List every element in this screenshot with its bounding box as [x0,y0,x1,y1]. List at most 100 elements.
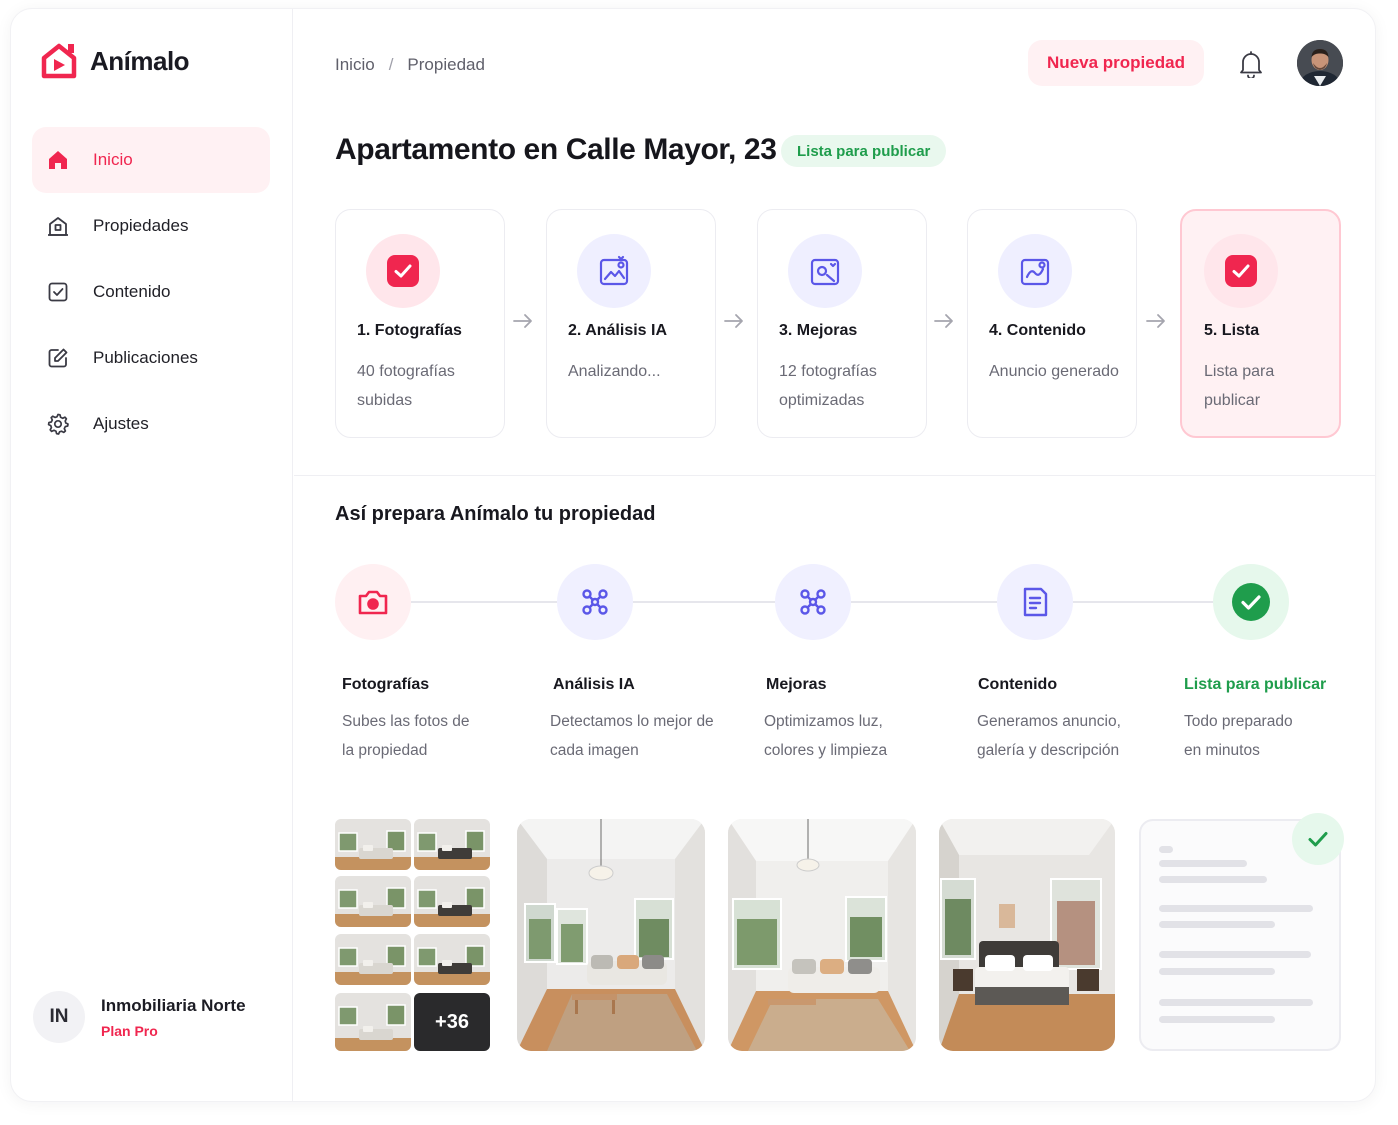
user-avatar[interactable] [1297,40,1343,86]
sidebar-item-label: Inicio [93,150,133,169]
avatar: IN [33,991,85,1043]
photo-thumbnail[interactable] [414,934,490,985]
check-square-icon [387,255,419,287]
ai-network-icon [800,589,826,615]
page-title: Apartamento en Calle Mayor, 23 [335,133,777,166]
room-thumbnail-photo [414,819,490,870]
flow-description: Optimizamos luz, colores y limpieza [764,713,888,759]
step-icon-container [1204,234,1278,308]
sidebar-item-contenido[interactable]: Contenido [32,259,270,325]
image-content-icon [1020,258,1050,286]
sidebar-item-ajustes[interactable]: Ajustes [32,391,270,457]
sidebar-item-inicio[interactable]: Inicio [32,127,270,193]
step-description: Lista para publicar [1204,363,1275,409]
logo[interactable]: Anímalo [39,41,190,81]
logo-icon [41,43,77,79]
step-title: 4. Contenido [989,322,1086,339]
step-description: 40 fotografías subidas [357,363,455,409]
breadcrumb-separator: / [388,55,394,74]
step-title: 2. Análisis IA [568,322,667,339]
listing-line [1159,999,1313,1006]
listing-line [1159,968,1275,975]
sidebar-item-label: Contenido [93,282,171,301]
flow-description: Subes las fotos de la propiedad [342,713,470,759]
bell-icon[interactable] [1238,50,1264,78]
flow-title: Lista para publicar [1184,676,1327,693]
breadcrumb-home[interactable]: Inicio [335,55,375,75]
step-card-contenido[interactable]: 4. Contenido Anuncio generado [967,209,1137,438]
new-property-button[interactable]: Nueva propiedad [1028,40,1204,86]
flow-connector [851,601,997,603]
sidebar-item-label: Propiedades [93,216,189,235]
user-portrait-icon [1297,40,1343,86]
listing-line [1159,860,1247,867]
arrow-right-icon [1146,314,1165,328]
room-thumbnail-photo [335,819,411,870]
account-name: Inmobiliaria Norte [101,995,246,1015]
status-badge: Lista para publicar [781,135,947,167]
account-plan: Plan Pro [101,1022,158,1039]
building-icon [48,217,68,236]
account-info: Inmobiliaria Norte Plan Pro [101,996,246,1039]
room-thumbnail-photo [335,934,411,985]
document-icon [1023,587,1048,617]
flow-description: Todo preparado en minutos [1184,713,1293,759]
breadcrumb: Inicio / Propiedad [335,55,485,75]
living-room-photo [517,819,705,1051]
section-divider [294,475,1375,476]
flow-title: Fotografías [342,676,430,693]
step-title: 1. Fotografías [357,322,462,339]
room-thumbnail-photo [335,876,411,927]
arrow-right-icon [513,314,532,328]
sidebar-item-propiedades[interactable]: Propiedades [32,193,270,259]
sidebar-item-publicaciones[interactable]: Publicaciones [32,325,270,391]
step-icon-container [788,234,862,308]
breadcrumb-current: Propiedad [407,55,485,74]
bedroom-photo [939,819,1115,1051]
photo-thumbnail[interactable] [414,876,490,927]
step-icon-container [998,234,1072,308]
step-card-fotografias[interactable]: 1. Fotografías 40 fotografías subidas [335,209,505,438]
process-flow: Fotografías Subes las fotos de la propie… [335,564,1335,764]
flow-title: Análisis IA [553,676,635,693]
flow-node-fotografias [335,564,411,640]
step-card-mejoras[interactable]: 3. Mejoras 12 fotografías optimizadas [757,209,927,438]
check-circle-icon [1232,583,1270,621]
listing-line [1159,921,1275,928]
step-card-lista[interactable]: 5. Lista Lista para publicar [1180,209,1341,438]
camera-icon [358,590,388,615]
edit-icon [48,348,68,368]
photo-thumbnail[interactable] [335,876,411,927]
photo-thumbnail[interactable] [335,934,411,985]
step-card-analisis-ia[interactable]: 2. Análisis IA Analizando... [546,209,716,438]
room-thumbnail-photo [414,876,490,927]
brand-name: Anímalo [90,45,190,76]
gallery-photo-living-room[interactable] [517,819,705,1051]
flow-connector [1073,601,1213,603]
account-switcher[interactable]: IN Inmobiliaria Norte Plan Pro [33,991,246,1043]
gallery-photo-bedroom[interactable] [939,819,1115,1051]
checkbox-icon [48,282,68,302]
flow-node-lista [1213,564,1289,640]
image-enhance-icon [810,258,840,286]
listing-line [1159,951,1311,958]
flow-node-contenido [997,564,1073,640]
gear-icon [47,413,69,435]
sidebar-nav: Inicio Propiedades Contenido Publicacion… [32,127,270,457]
photo-thumbnail[interactable] [414,819,490,870]
more-photos-button[interactable]: +36 [414,993,490,1051]
flow-connector [633,601,775,603]
listing-line [1159,846,1173,853]
flow-description: Detectamos lo mejor de cada imagen [550,713,714,759]
flow-description: Generamos anuncio, galería y descripción [977,713,1121,759]
gallery-photo-living-room-enhanced[interactable] [728,819,916,1051]
check-square-icon [1225,255,1257,287]
check-icon [1308,832,1328,847]
photo-thumbnail[interactable] [335,819,411,870]
flow-connector [411,601,557,603]
photo-thumbnail[interactable] [335,993,411,1051]
sidebar: Anímalo Inicio Propiedades Contenido Pub… [11,9,293,1101]
ai-network-icon [582,589,608,615]
listing-line [1159,905,1313,912]
image-ai-icon [599,255,629,286]
